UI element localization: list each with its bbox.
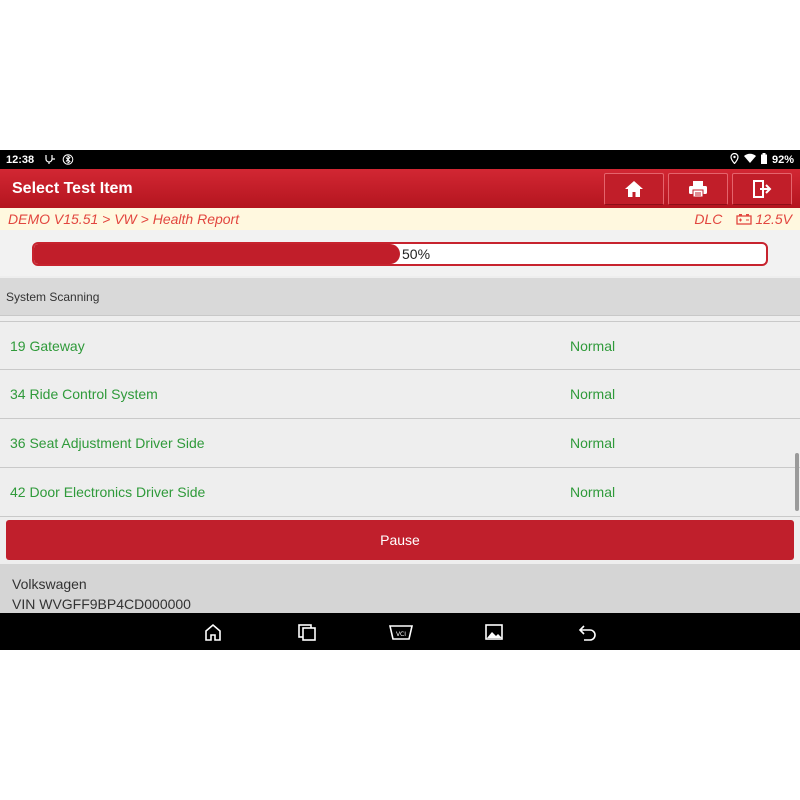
svg-text:VCI: VCI (396, 631, 406, 638)
system-status: Normal (570, 484, 616, 500)
voltage-value: 12.5V (755, 211, 792, 227)
progress-percent: 50% (402, 246, 431, 262)
system-name: 34 Ride Control System (10, 386, 158, 402)
printer-icon (689, 180, 707, 197)
clock: 12:38 (6, 153, 35, 166)
dlc-label: DLC (694, 211, 723, 227)
list-item[interactable]: 42 Door Electronics Driver Side Normal (0, 468, 800, 517)
system-list: 19 Gateway Normal 34 Ride Control System… (0, 321, 800, 517)
voltage-indicator: 12.5V (736, 211, 792, 227)
system-status: Normal (570, 386, 616, 402)
battery-icon (760, 152, 767, 167)
exit-icon (753, 179, 772, 198)
nav-home-icon[interactable] (202, 622, 224, 642)
title-bar: Select Test Item (0, 169, 800, 208)
list-item[interactable]: 34 Ride Control System Normal (0, 370, 800, 419)
battery-level: 92% (771, 153, 794, 166)
print-button[interactable] (668, 172, 728, 205)
system-status: Normal (570, 337, 616, 354)
vehicle-info: Volkswagen VIN WVGFF9BP4CD000000 (0, 564, 800, 613)
android-nav-bar: VCI (0, 613, 800, 650)
home-button[interactable] (604, 172, 664, 205)
progress-fill (34, 244, 400, 264)
status-bar: 12:38 92% (0, 150, 800, 169)
breadcrumb-path: DEMO V15.51 > VW > Health Report (8, 211, 240, 227)
breadcrumb: DEMO V15.51 > VW > Health Report DLC 12.… (0, 208, 800, 230)
list-item[interactable]: 36 Seat Adjustment Driver Side Normal (0, 419, 800, 468)
nav-back-icon[interactable] (577, 622, 599, 642)
wifi-icon (743, 153, 756, 166)
list-item[interactable]: 19 Gateway Normal (0, 321, 800, 370)
system-name: 19 Gateway (10, 337, 85, 354)
section-header: System Scanning (0, 278, 800, 316)
scan-progress-bar: 50% (32, 242, 768, 266)
exit-button[interactable] (732, 172, 792, 205)
nav-recent-apps-icon[interactable] (296, 622, 318, 642)
home-icon (625, 180, 643, 197)
progress-area: 50% (0, 230, 800, 276)
usb-debug-icon (44, 154, 56, 165)
bluetooth-icon (62, 154, 74, 165)
nav-gallery-icon[interactable] (483, 622, 505, 642)
location-icon (730, 152, 739, 167)
vehicle-make: Volkswagen (12, 576, 87, 592)
system-name: 42 Door Electronics Driver Side (10, 484, 206, 500)
car-battery-icon (736, 214, 753, 225)
page-title: Select Test Item (12, 179, 133, 197)
pause-button[interactable]: Pause (6, 520, 794, 560)
nav-vci-icon[interactable]: VCI (388, 622, 414, 642)
scrollbar[interactable] (795, 453, 799, 511)
app-screen: 12:38 92% Select Test Item DEMO V15.51 >… (0, 150, 800, 650)
system-status: Normal (570, 435, 616, 451)
vehicle-vin: VIN WVGFF9BP4CD000000 (12, 596, 191, 612)
system-name: 36 Seat Adjustment Driver Side (10, 435, 205, 451)
